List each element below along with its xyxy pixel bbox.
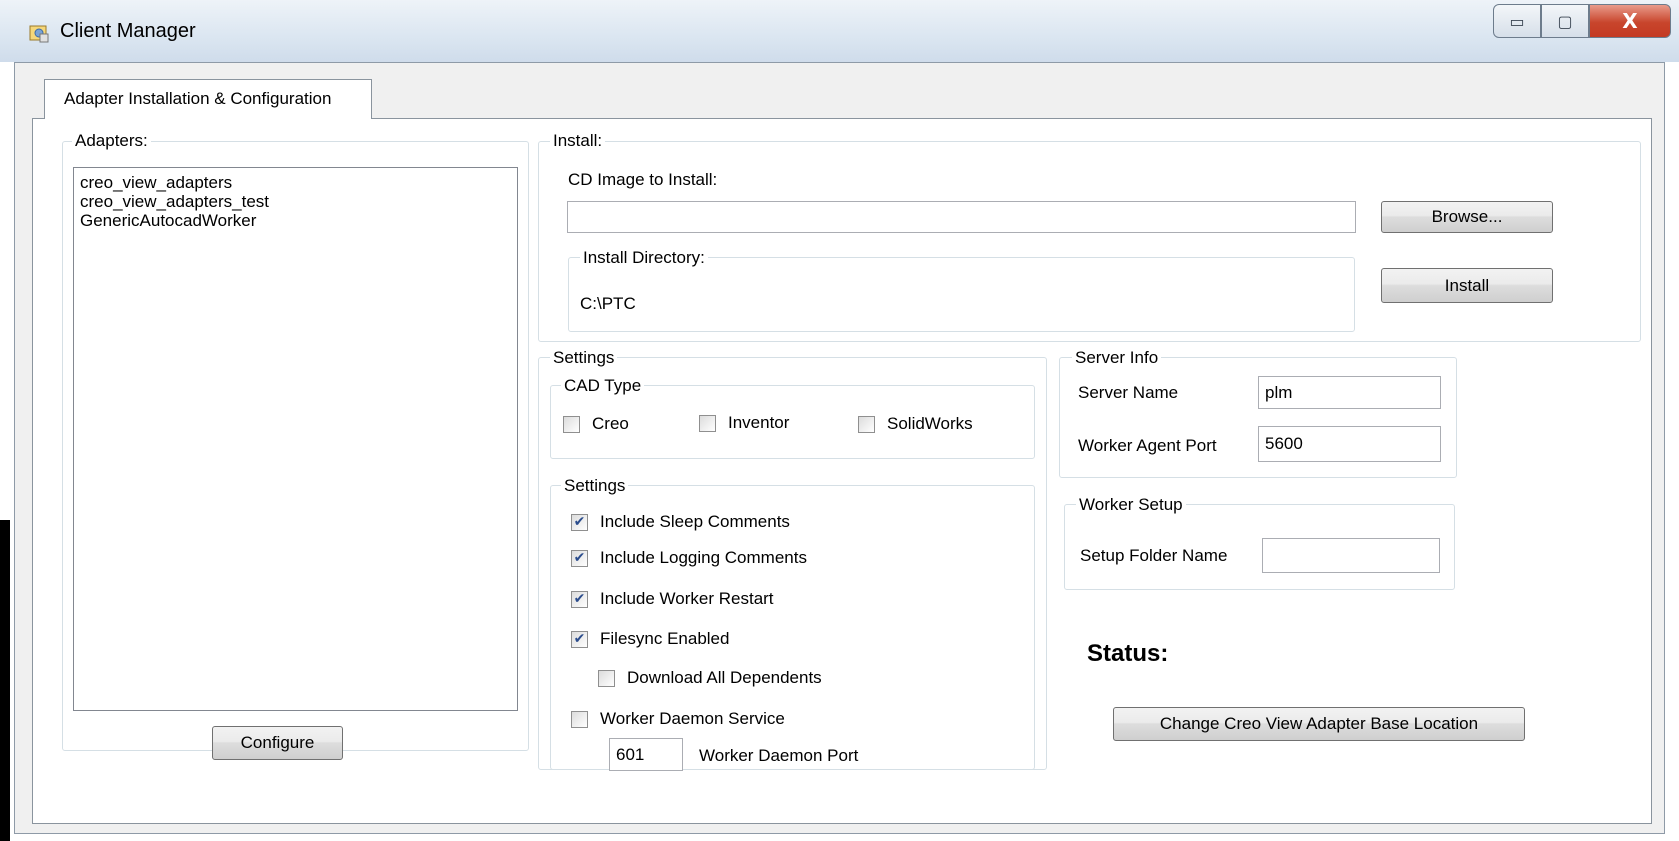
install-label: Install: (550, 131, 606, 151)
worker-daemon-port-input[interactable] (609, 738, 683, 771)
checkbox-label: Include Sleep Comments (600, 512, 790, 531)
creo-checkbox[interactable]: Creo (563, 414, 629, 434)
filesync-enabled-checkbox[interactable]: ✔ Filesync Enabled (571, 629, 729, 649)
maximize-button[interactable]: ▢ (1541, 4, 1589, 38)
install-directory-group (568, 257, 1355, 332)
include-sleep-comments-checkbox[interactable]: ✔ Include Sleep Comments (571, 512, 790, 532)
checkbox-label: Creo (592, 414, 629, 433)
list-item[interactable]: GenericAutocadWorker (80, 211, 511, 230)
background-strip (0, 520, 10, 841)
close-button[interactable]: X (1589, 4, 1671, 38)
worker-setup-label: Worker Setup (1076, 495, 1186, 515)
include-worker-restart-checkbox[interactable]: ✔ Include Worker Restart (571, 589, 774, 609)
include-logging-comments-checkbox[interactable]: ✔ Include Logging Comments (571, 548, 807, 568)
checkbox-label: Inventor (728, 413, 790, 432)
setup-folder-name-input[interactable] (1262, 538, 1440, 573)
install-directory-value: C:\PTC (580, 294, 636, 313)
checkbox-label: Include Logging Comments (600, 548, 807, 567)
tab-adapter-installation[interactable]: Adapter Installation & Configuration (44, 79, 372, 119)
checkbox-box (598, 669, 615, 687)
status-label: Status: (1087, 640, 1169, 667)
window-title: Client Manager (60, 20, 196, 42)
cad-type-label: CAD Type (561, 376, 645, 396)
server-name-input[interactable] (1258, 376, 1441, 409)
maximize-icon: ▢ (1557, 11, 1573, 31)
settings-label: Settings (550, 348, 618, 368)
cd-image-label: CD Image to Install: (568, 170, 718, 189)
checkbox-label: Download All Dependents (627, 668, 822, 687)
install-directory-label: Install Directory: (580, 248, 708, 268)
inventor-checkbox[interactable]: Inventor (699, 413, 789, 433)
minimize-button[interactable]: ▭ (1493, 4, 1541, 38)
checkbox-label: Include Worker Restart (600, 589, 774, 608)
check-icon: ✔ (571, 549, 588, 567)
checkbox-box (563, 415, 580, 433)
check-icon: ✔ (571, 630, 588, 648)
checkbox-label: Worker Daemon Service (600, 709, 785, 728)
setup-folder-name-label: Setup Folder Name (1080, 546, 1228, 565)
worker-agent-port-label: Worker Agent Port (1078, 436, 1217, 455)
adapters-list[interactable]: creo_view_adapters creo_view_adapters_te… (73, 167, 518, 711)
change-creo-view-adapter-base-location-button[interactable]: Change Creo View Adapter Base Location (1113, 707, 1525, 741)
window-controls: ▭ ▢ X (1493, 4, 1671, 38)
worker-daemon-port-label: Worker Daemon Port (699, 746, 859, 765)
install-button[interactable]: Install (1381, 268, 1553, 303)
checkbox-label: SolidWorks (887, 414, 973, 433)
title-bar[interactable]: Client Manager ▭ ▢ X (0, 0, 1679, 62)
check-icon: ✔ (571, 590, 588, 608)
server-name-label: Server Name (1078, 383, 1179, 402)
checkbox-box (699, 414, 716, 432)
solidworks-checkbox[interactable]: SolidWorks (858, 414, 973, 434)
worker-daemon-service-checkbox[interactable]: Worker Daemon Service (571, 709, 785, 729)
browse-button[interactable]: Browse... (1381, 201, 1553, 233)
list-item[interactable]: creo_view_adapters (80, 173, 511, 192)
minimize-icon: ▭ (1509, 11, 1525, 31)
settings-options-label: Settings (561, 476, 629, 496)
list-item[interactable]: creo_view_adapters_test (80, 192, 511, 211)
check-icon: ✔ (571, 513, 588, 531)
checkbox-label: Filesync Enabled (600, 629, 730, 648)
configure-button[interactable]: Configure (212, 726, 343, 760)
app-icon (29, 25, 49, 43)
checkbox-box (571, 710, 588, 728)
server-info-label: Server Info (1072, 348, 1162, 368)
cd-image-input[interactable] (567, 201, 1356, 233)
worker-agent-port-input[interactable] (1258, 426, 1441, 462)
tab-label: Adapter Installation & Configuration (64, 89, 332, 108)
close-icon: X (1622, 9, 1638, 33)
download-all-dependents-checkbox[interactable]: Download All Dependents (598, 668, 822, 688)
adapters-label: Adapters: (72, 131, 151, 151)
checkbox-box (858, 415, 875, 433)
